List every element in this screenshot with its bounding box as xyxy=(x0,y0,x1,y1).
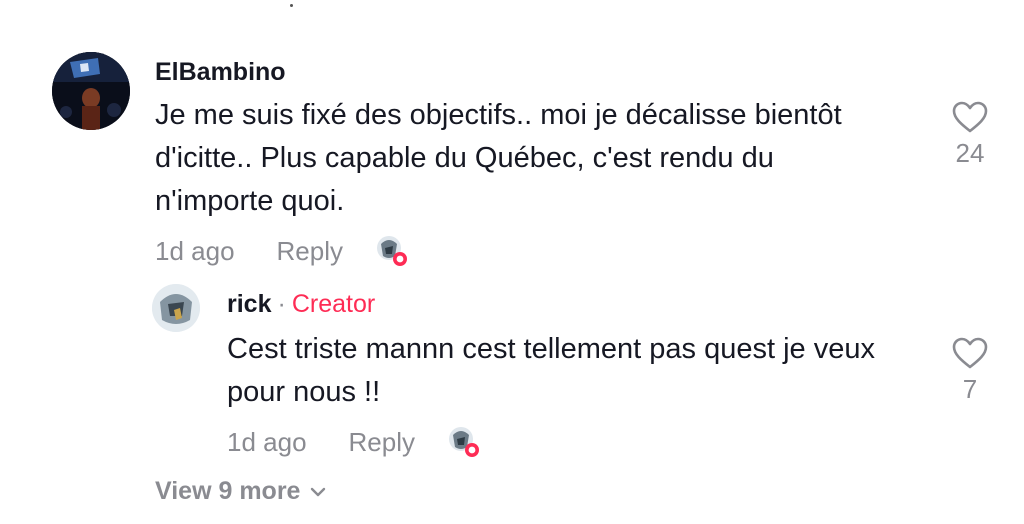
reply-button[interactable]: Reply xyxy=(277,236,343,267)
reply-time: 1d ago xyxy=(227,426,307,457)
reply-text: Cest triste mannn cest tellement pas que… xyxy=(227,333,875,408)
comment-like[interactable]: 24 xyxy=(948,100,992,169)
heart-outline-icon[interactable] xyxy=(951,336,989,370)
like-count: 24 xyxy=(955,138,985,168)
comment-time: 1d ago xyxy=(155,235,235,266)
separator-dot: · xyxy=(277,290,286,318)
like-count: 7 xyxy=(962,374,978,404)
avatar[interactable] xyxy=(52,52,130,130)
chevron-down-icon xyxy=(311,487,326,496)
reply-button[interactable]: Reply xyxy=(349,427,415,458)
reply-username[interactable]: rick xyxy=(227,290,271,319)
creator-badge: Creator xyxy=(291,290,376,318)
heart-outline-icon[interactable] xyxy=(951,100,989,134)
creator-liked-icon xyxy=(447,425,481,459)
comment-text: Je me suis fixé des objectifs.. moi je d… xyxy=(155,99,842,217)
reply-avatar[interactable] xyxy=(152,284,200,332)
avatar-image xyxy=(52,52,130,130)
reply-meta: 1d ago Reply xyxy=(227,425,481,459)
comment-username[interactable]: ElBambino xyxy=(155,58,286,87)
view-more-label: View 9 more xyxy=(155,477,301,505)
reply-header: rick · Creator xyxy=(227,290,375,319)
creator-liked-icon xyxy=(375,234,409,268)
avatar-image xyxy=(152,284,200,332)
reply-like[interactable]: 7 xyxy=(948,336,992,405)
comment-meta: 1d ago Reply xyxy=(155,234,409,268)
view-more-button[interactable]: View 9 more xyxy=(155,477,326,506)
top-divider-dot xyxy=(290,4,293,7)
